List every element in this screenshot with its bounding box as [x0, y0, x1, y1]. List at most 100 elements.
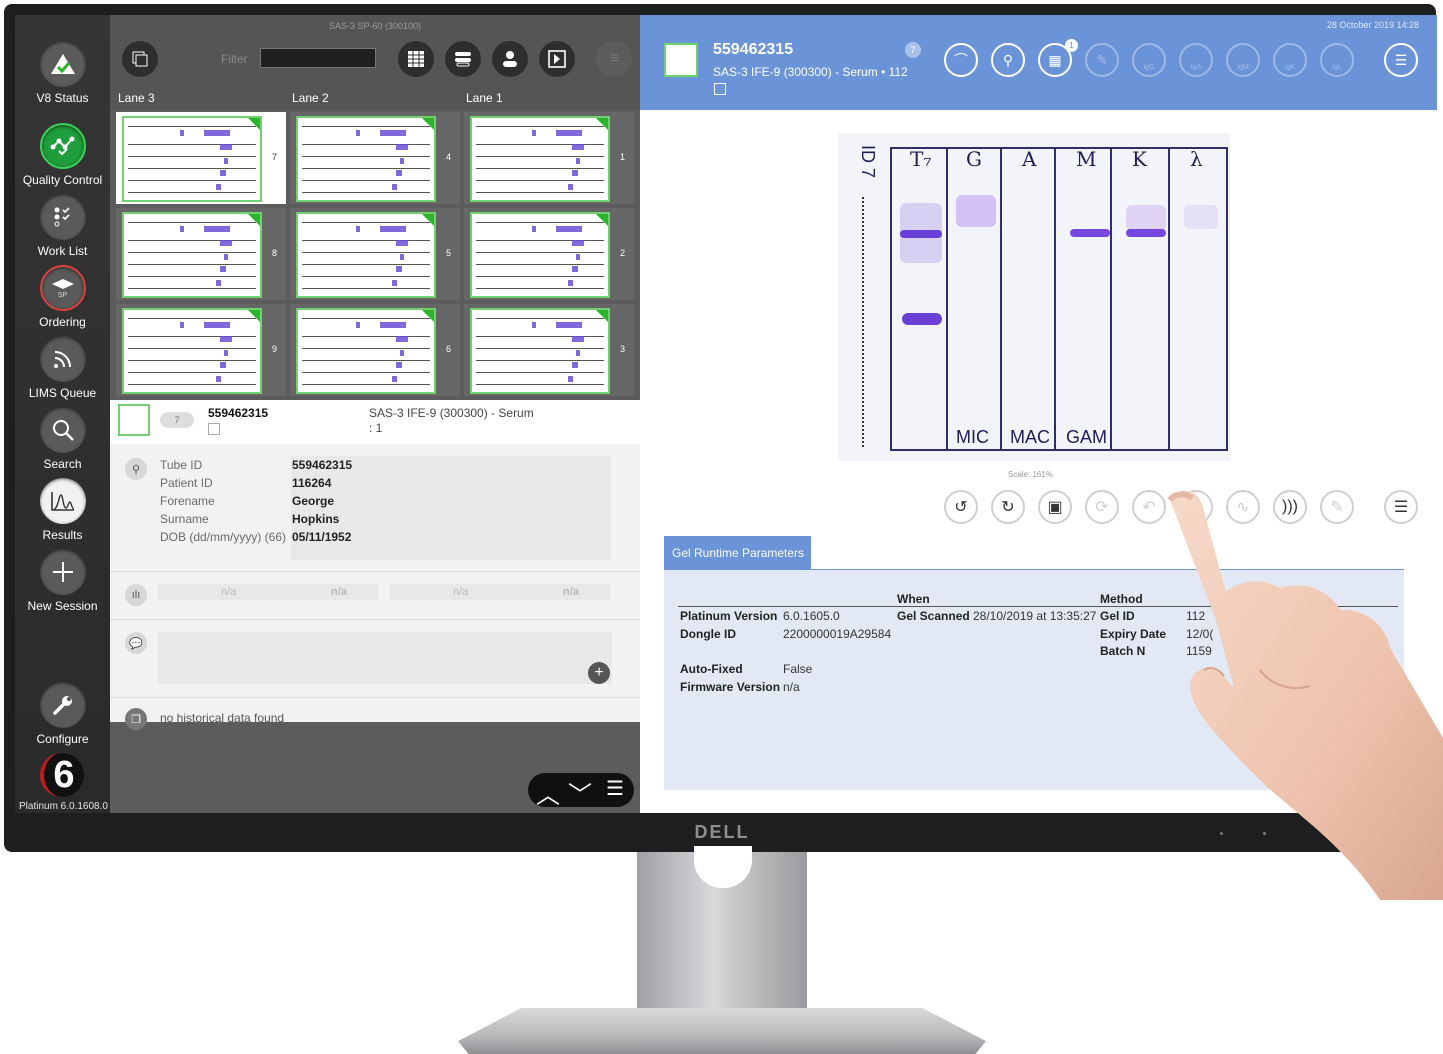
rotate-right-icon[interactable]: ↻: [991, 490, 1025, 524]
history-text: no historical data found: [160, 711, 285, 725]
gel-thumbnail[interactable]: 2: [464, 208, 634, 300]
tab-gel-runtime-parameters[interactable]: Gel Runtime Parameters: [664, 536, 811, 570]
gel-image: [470, 308, 610, 394]
sidebar-item-configure[interactable]: Configure: [15, 682, 110, 746]
patient-field-value: George: [292, 494, 335, 508]
sidebar-item-new-session[interactable]: New Session: [15, 549, 110, 613]
gel-lane-line: [302, 156, 430, 157]
pointing-hand: [1167, 490, 1443, 900]
sidebar-item-ordering[interactable]: SP Ordering: [15, 265, 110, 329]
scale-label: Scale: 161%: [1008, 470, 1053, 479]
gel-band: [532, 226, 536, 232]
gel-thumbnail[interactable]: 1: [464, 112, 634, 204]
gel-lane: [1168, 147, 1228, 451]
clipboard-icon[interactable]: ▣: [1038, 490, 1072, 524]
menu-icon[interactable]: ☰: [606, 776, 624, 801]
gel-band: [204, 130, 230, 136]
lane-label: Lane 3: [118, 91, 155, 105]
patient-field-label: Forename: [160, 494, 215, 508]
filter-input[interactable]: [260, 48, 376, 68]
gel-lane-line: [302, 126, 430, 127]
gel-band: [568, 376, 573, 382]
sidebar-item-lims-queue[interactable]: LIMS Queue: [15, 336, 110, 400]
triangle-check-icon: [39, 41, 86, 87]
param-value: False: [783, 662, 813, 676]
gel-lane-line: [302, 240, 430, 241]
gel-band: [180, 322, 184, 328]
gel-thumbnail[interactable]: 4: [290, 112, 460, 204]
gel-toolbar: SAS-3 SP-60 (300100) Filter ≡ Lane 3 Lan…: [110, 15, 640, 110]
gel-lane-line: [128, 156, 256, 157]
wifi-stream-icon: [39, 336, 86, 382]
gel-band: [900, 230, 942, 238]
attach-icon[interactable]: ✎: [1085, 43, 1119, 77]
sidebar-item-work-list[interactable]: Work List: [15, 194, 110, 258]
layers-icon[interactable]: [122, 41, 158, 77]
version-label: Platinum 6.0.1608.0: [19, 801, 108, 812]
rotate-left-icon[interactable]: ↺: [944, 490, 978, 524]
ig-curve-icon[interactable]: IgK: [1273, 43, 1307, 77]
refresh-icon[interactable]: ⟳: [1085, 490, 1119, 524]
ig-curve-icon[interactable]: IgM: [1226, 43, 1260, 77]
chevron-up-icon[interactable]: ︿: [536, 775, 560, 810]
add-comment-icon[interactable]: +: [588, 662, 610, 684]
gel-band: [532, 322, 536, 328]
ig-curve-icon[interactable]: IgL: [1320, 43, 1354, 77]
patient-field-label: DOB (dd/mm/yyyy) (66): [160, 530, 287, 544]
menu-icon[interactable]: ☰: [1384, 43, 1418, 77]
na-value: n/a: [221, 586, 237, 598]
chevron-down-icon[interactable]: ﹀: [568, 775, 592, 810]
gel-band: [396, 144, 408, 150]
gel-thumbnail[interactable]: 7: [116, 112, 286, 204]
grid-view-icon[interactable]: [398, 41, 434, 77]
plus-icon: [39, 549, 86, 595]
gel-band: [572, 336, 584, 342]
menu-icon[interactable]: ≡: [596, 41, 632, 77]
param-label: Gel ID: [1100, 609, 1135, 623]
gel-lane-line: [476, 240, 604, 241]
gel-band: [216, 280, 221, 286]
sort-list-icon[interactable]: [445, 41, 481, 77]
qc-graph-icon: [39, 123, 86, 169]
gel-thumbnail[interactable]: 8: [116, 208, 286, 300]
gel-lane-line: [128, 144, 256, 145]
gel-thumbnail[interactable]: 9: [116, 304, 286, 396]
ig-curve-icon[interactable]: IgA: [1179, 43, 1213, 77]
gel-band: [400, 254, 404, 260]
export-icon[interactable]: [539, 41, 575, 77]
patient-icon[interactable]: [492, 41, 528, 77]
gel-band: [572, 266, 578, 272]
gel-band: [392, 184, 397, 190]
sample-id: 559462315: [713, 41, 794, 58]
gel-band: [220, 170, 226, 176]
ig-curve-icon[interactable]: IgG: [1132, 43, 1166, 77]
gel-band: [556, 322, 582, 328]
gel-lane-line: [128, 348, 256, 349]
zoom-icon[interactable]: ⚲: [991, 43, 1025, 77]
selected-sample-sub: : 1: [369, 421, 383, 435]
gel-band: [224, 254, 228, 260]
sidebar-item-results[interactable]: Results: [15, 478, 110, 542]
sidebar-item-label: LIMS Queue: [28, 386, 97, 400]
gel-thumbnail[interactable]: 5: [290, 208, 460, 300]
gel-thumbnail[interactable]: 3: [464, 304, 634, 396]
gel-lane-line: [476, 252, 604, 253]
comment-box[interactable]: [158, 632, 612, 684]
gel-thumbnail[interactable]: 6: [290, 304, 460, 396]
sidebar-item-v8-status[interactable]: V8 Status: [15, 41, 110, 105]
gel-image[interactable]: ID 7 T₇ G A M K λ MIC MAC GAM: [838, 133, 1230, 461]
gel-band: [356, 322, 360, 328]
gel-number: 7: [272, 152, 278, 162]
param-label: Auto-Fixed: [680, 662, 743, 676]
gel-lane-line: [128, 276, 256, 277]
monitor-stand-base: [458, 1008, 986, 1054]
document-icon[interactable]: [714, 83, 726, 95]
sidebar-item-search[interactable]: Search: [15, 407, 110, 471]
densitometry-icon[interactable]: ⌒: [944, 43, 978, 77]
sidebar-item-quality-control[interactable]: Quality Control: [15, 123, 110, 187]
document-icon[interactable]: [208, 423, 220, 435]
gel-image: [296, 212, 436, 298]
gel-band: [576, 350, 580, 356]
gel-band: [1184, 205, 1218, 229]
patient-field-label: Tube ID: [160, 458, 203, 472]
